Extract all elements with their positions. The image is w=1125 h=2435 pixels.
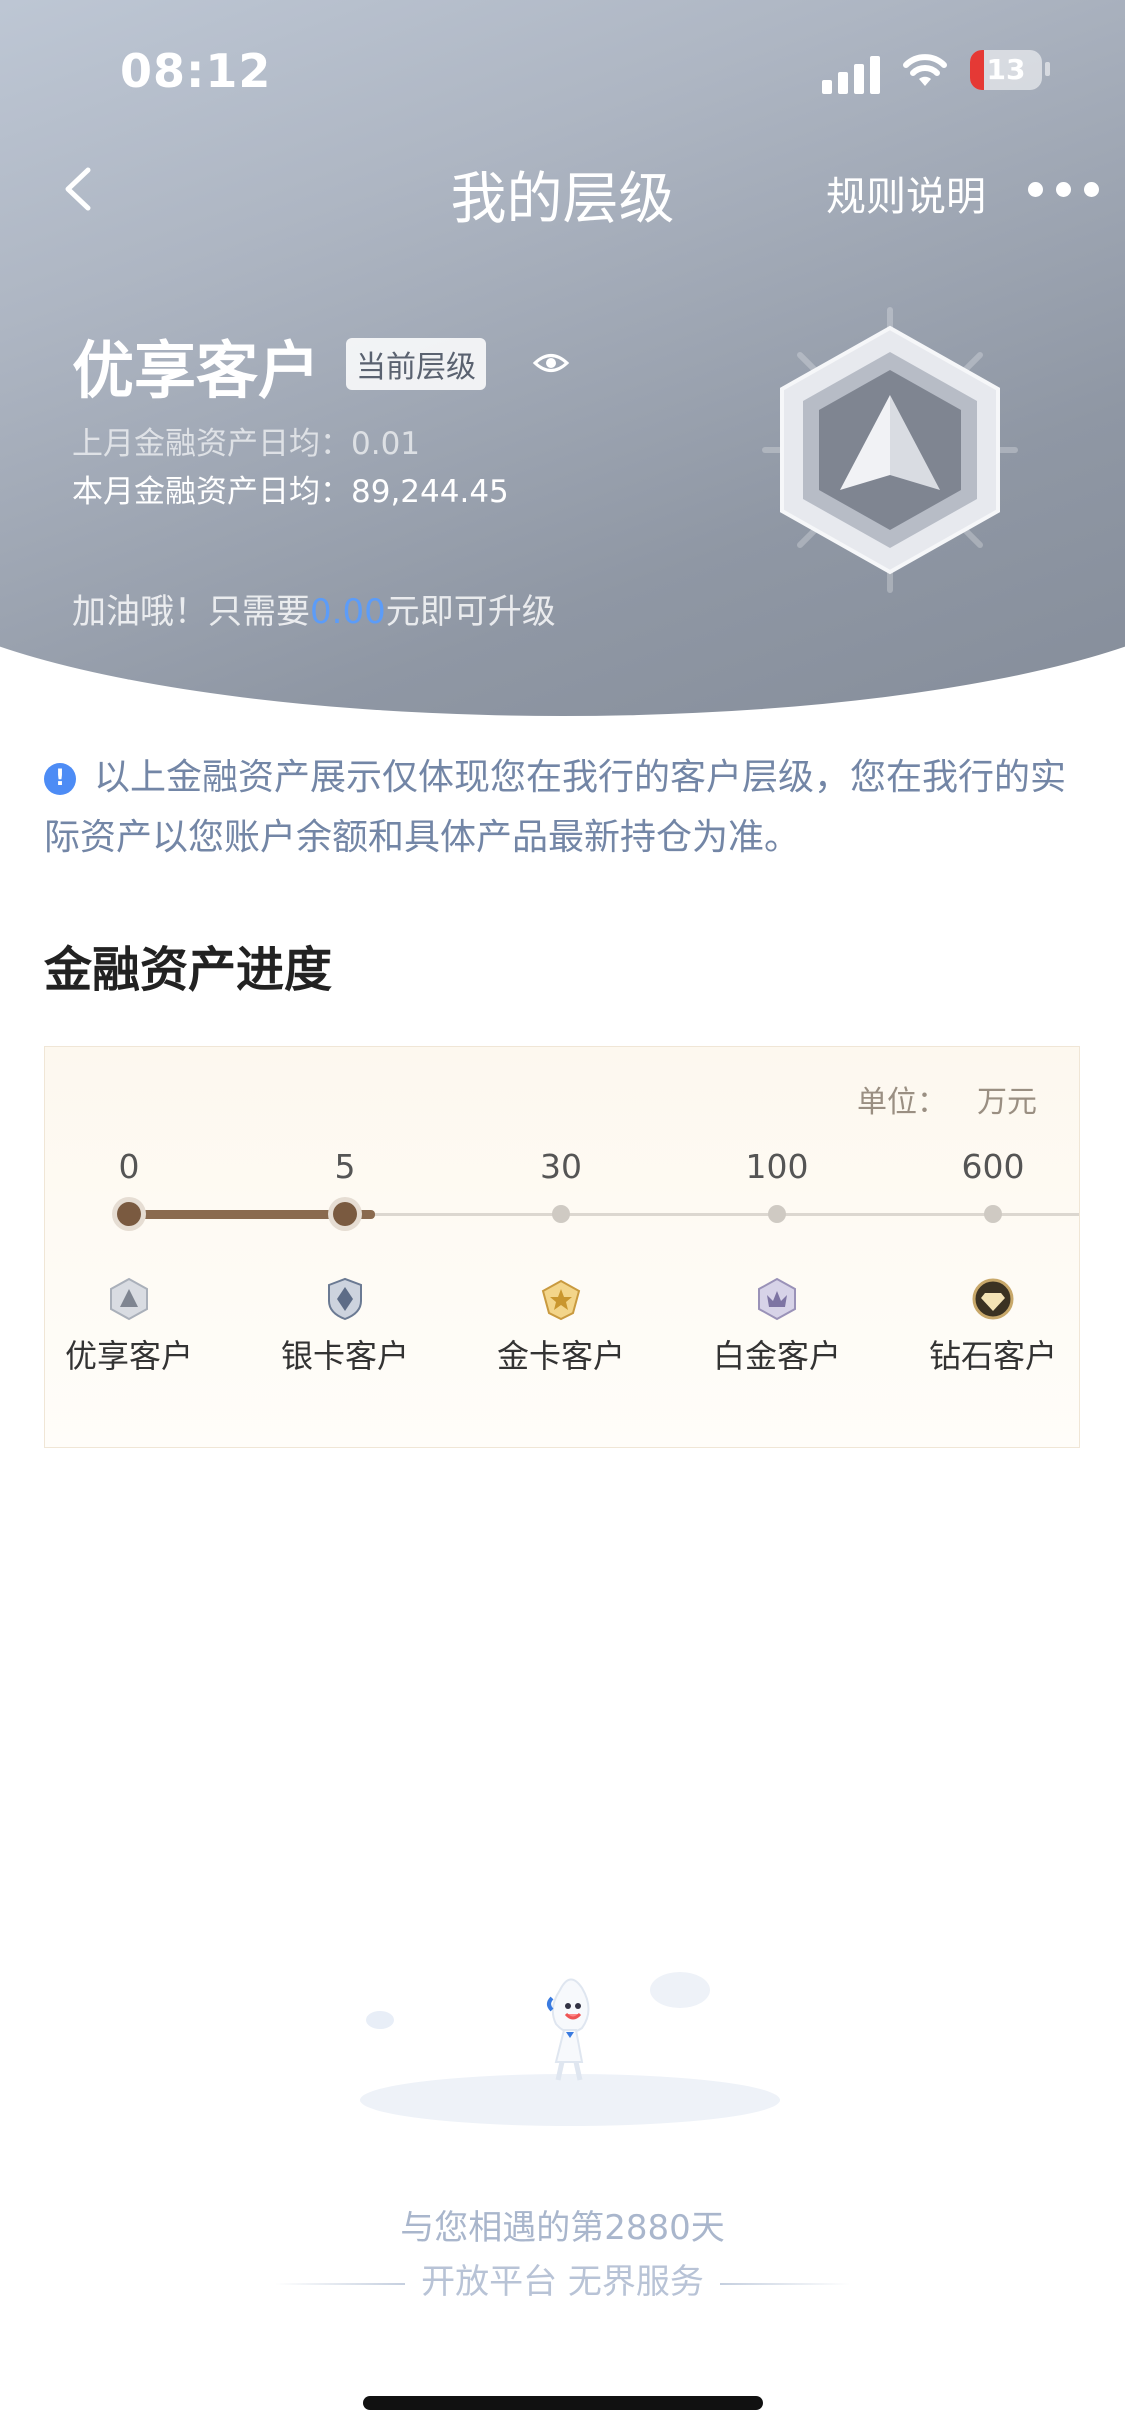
last-month-assets: 上月金融资产日均：0.01 <box>72 426 421 462</box>
wifi-icon <box>903 54 947 86</box>
current-tier-name: 优享客户 <box>72 334 321 407</box>
divider-left <box>275 2282 406 2285</box>
this-month-assets: 本月金融资产日均：89,244.45 <box>72 474 509 510</box>
nav-bar: 我的层级 规则说明 <box>0 150 1125 232</box>
progress-card: 单位： 万元 0 5 30 100 600 优享客户 银卡客户 金卡客户 白金客… <box>44 1046 1080 1448</box>
battery-level: 13 <box>986 53 1026 86</box>
battery-icon: 13 <box>970 50 1042 90</box>
slogan: 开放平台 无界服务 <box>0 2254 1125 2303</box>
progress-tick: 0 <box>118 1147 140 1186</box>
tier-silver-icon <box>328 1277 362 1321</box>
progress-node <box>117 1202 141 1226</box>
progress-node <box>768 1205 786 1223</box>
status-bar: 08:12 13 <box>0 44 1125 104</box>
progress-node <box>552 1205 570 1223</box>
progress-node <box>333 1202 357 1226</box>
home-indicator <box>363 2396 763 2410</box>
asset-notice: ! 以上金融资产展示仅体现您在我行的客户层级，您在我行的实际资产以您账户余额和具体… <box>44 757 1067 858</box>
signal-icon <box>822 56 882 94</box>
progress-tick: 100 <box>745 1147 809 1186</box>
upgrade-hint: 加油哦！只需要0.00元即可升级 <box>72 592 556 632</box>
current-tier-badge: 当前层级 <box>346 338 486 390</box>
tier-item-gold[interactable]: 金卡客户 <box>481 1277 641 1377</box>
rules-link[interactable]: 规则说明 <box>826 164 986 222</box>
upgrade-amount: 0.00 <box>310 592 386 632</box>
mascot-illustration <box>360 1972 780 2126</box>
more-icon[interactable] <box>1024 170 1104 210</box>
tier-diamond-icon <box>972 1278 1014 1320</box>
tier-basic-icon <box>110 1277 148 1321</box>
progress-node <box>984 1205 1002 1223</box>
progress-tick: 5 <box>334 1147 356 1186</box>
status-time: 08:12 <box>120 44 272 98</box>
tier-platinum-icon <box>758 1277 796 1321</box>
days-together-text: 与您相遇的第2880天 <box>400 2208 725 2248</box>
unit-label: 单位： 万元 <box>857 1085 1037 1120</box>
tier-item-platinum[interactable]: 白金客户 <box>697 1277 857 1377</box>
tier-item-diamond[interactable]: 钻石客户 <box>913 1277 1073 1377</box>
progress-section-title: 金融资产进度 <box>44 942 333 998</box>
tier-medal-icon <box>762 307 1018 593</box>
eye-icon[interactable] <box>532 344 570 382</box>
progress-tick: 600 <box>961 1147 1025 1186</box>
tier-item-silver[interactable]: 银卡客户 <box>265 1277 425 1377</box>
info-icon: ! <box>44 763 76 795</box>
hero-header: 08:12 13 我的层级 规则说明 优享客户 当前层级 上月金融资产日均：0.… <box>0 0 1125 716</box>
progress-tick: 30 <box>540 1147 582 1186</box>
tier-gold-icon <box>541 1279 581 1321</box>
divider-right <box>719 2282 850 2285</box>
tier-item-basic[interactable]: 优享客户 <box>49 1277 209 1377</box>
